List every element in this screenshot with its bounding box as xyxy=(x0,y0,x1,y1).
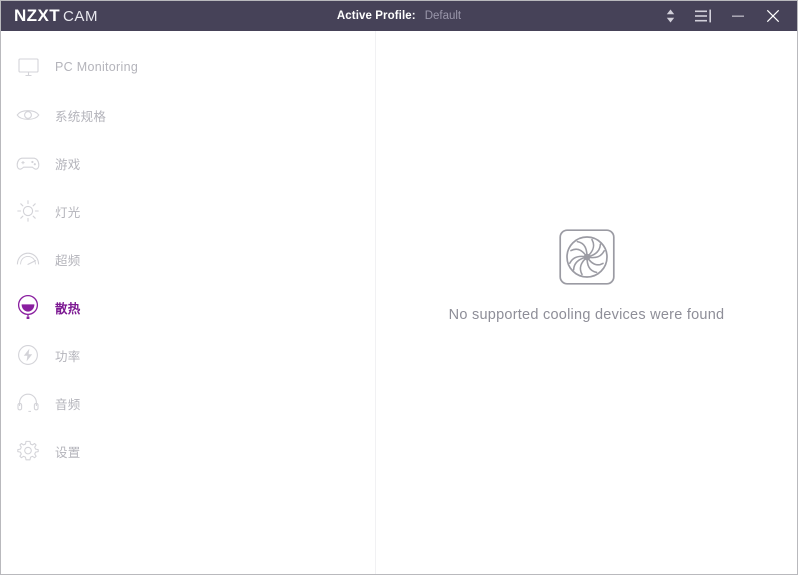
sidebar-item-lighting[interactable]: 灯光 xyxy=(1,187,375,235)
close-button[interactable] xyxy=(755,1,791,31)
minimize-button[interactable] xyxy=(721,1,755,31)
sun-icon xyxy=(13,196,43,226)
sidebar-item-overclocking[interactable]: 超频 xyxy=(1,235,375,283)
sidebar-item-label: 系统规格 xyxy=(55,109,107,124)
close-icon xyxy=(766,9,780,23)
cooling-gauge-icon xyxy=(13,292,43,322)
app-body: PC Monitoring 系统规格 游戏 灯光 超频 散热 功率 音频 设置 … xyxy=(1,31,797,574)
sidebar-item-pc-monitoring[interactable]: PC Monitoring xyxy=(1,43,375,91)
sidebar-item-label: 设置 xyxy=(55,445,81,460)
menu-button[interactable] xyxy=(687,1,721,31)
profile-stepper-button[interactable] xyxy=(653,1,687,31)
fan-icon xyxy=(558,229,615,285)
logo-cam-text: CAM xyxy=(62,8,99,25)
sidebar-item-label: 散热 xyxy=(55,301,81,316)
sidebar-item-power[interactable]: 功率 xyxy=(1,331,375,379)
headset-icon xyxy=(13,388,43,418)
monitor-icon xyxy=(13,52,43,82)
active-profile-inner[interactable]: Active Profile: Default xyxy=(337,10,461,22)
logo-nzxt-text: NZXT xyxy=(14,6,60,25)
minimize-icon xyxy=(731,9,745,23)
active-profile-label: Active Profile: xyxy=(336,10,416,22)
empty-state: No supported cooling devices were found xyxy=(376,229,797,323)
main-content: No supported cooling devices were found xyxy=(376,31,797,574)
title-bar: NZXT CAM Active Profile: Default xyxy=(1,1,797,31)
sidebar-item-gaming[interactable]: 游戏 xyxy=(1,139,375,187)
sidebar-item-system-specs[interactable]: 系统规格 xyxy=(1,91,375,139)
eye-icon xyxy=(13,100,43,130)
empty-state-message: No supported cooling devices were found xyxy=(448,307,725,323)
app-logo: NZXT CAM xyxy=(1,6,98,26)
list-menu-icon xyxy=(695,9,713,23)
sidebar-item-audio[interactable]: 音频 xyxy=(1,379,375,427)
sidebar-item-label: 音频 xyxy=(55,397,81,412)
active-profile-value[interactable]: Default xyxy=(425,10,461,22)
gear-icon xyxy=(13,436,43,466)
power-bolt-icon xyxy=(13,340,43,370)
sidebar-item-label: 功率 xyxy=(55,349,81,364)
gamepad-icon xyxy=(13,148,43,178)
sidebar: PC Monitoring 系统规格 游戏 灯光 超频 散热 功率 音频 设置 xyxy=(1,31,376,574)
app-window: NZXT CAM Active Profile: Default PC Moni… xyxy=(0,0,798,575)
sidebar-item-cooling[interactable]: 散热 xyxy=(1,283,375,331)
updown-chevron-icon xyxy=(665,8,676,24)
sidebar-item-label: 灯光 xyxy=(55,205,81,220)
speedometer-icon xyxy=(13,244,43,274)
sidebar-item-settings[interactable]: 设置 xyxy=(1,427,375,475)
sidebar-item-label: 超频 xyxy=(55,253,81,268)
title-bar-controls xyxy=(653,1,797,31)
sidebar-item-label: 游戏 xyxy=(55,157,81,172)
sidebar-item-label: PC Monitoring xyxy=(55,60,139,74)
